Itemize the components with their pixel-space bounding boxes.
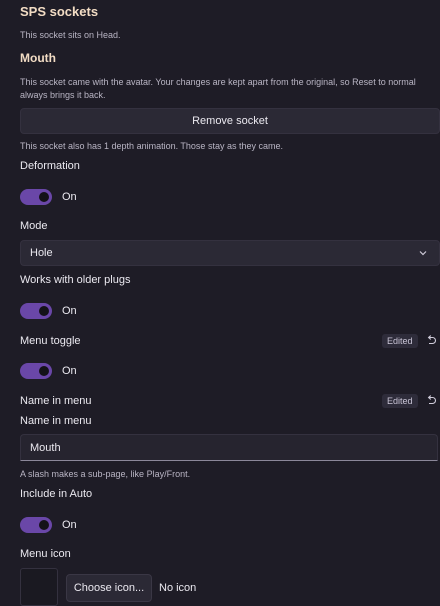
- menu-icon-preview: [20, 568, 58, 606]
- depth-animation-note: This socket also has 1 depth animation. …: [20, 141, 283, 151]
- older-plugs-toggle[interactable]: [20, 303, 52, 319]
- menu-toggle-label: Menu toggle: [20, 335, 81, 347]
- deformation-state: On: [62, 191, 77, 203]
- menu-toggle-state: On: [62, 365, 77, 377]
- socket-location-text: This socket sits on Head.: [20, 30, 121, 40]
- name-in-menu-field-label: Name in menu: [20, 415, 92, 427]
- name-in-menu-input[interactable]: Mouth: [20, 434, 438, 461]
- toggle-knob: [39, 306, 49, 316]
- older-plugs-label: Works with older plugs: [20, 274, 131, 286]
- menu-toggle-toggle-row: On: [20, 363, 77, 379]
- mode-select[interactable]: Hole: [20, 240, 440, 266]
- toggle-knob: [39, 366, 49, 376]
- name-in-menu-hint: A slash makes a sub-page, like Play/Fron…: [20, 469, 191, 479]
- remove-socket-button[interactable]: Remove socket: [20, 108, 440, 134]
- menu-toggle-toggle[interactable]: [20, 363, 52, 379]
- section-title: SPS sockets: [20, 4, 99, 19]
- chevron-down-icon: [419, 251, 427, 256]
- name-in-menu-edited-badge: Edited: [382, 394, 418, 408]
- toggle-knob: [39, 192, 49, 202]
- include-auto-label: Include in Auto: [20, 488, 93, 500]
- older-plugs-toggle-row: On: [20, 303, 77, 319]
- older-plugs-state: On: [62, 305, 77, 317]
- socket-name-heading: Mouth: [20, 51, 56, 65]
- include-auto-toggle-row: On: [20, 517, 77, 533]
- deformation-toggle-row: On: [20, 189, 77, 205]
- menu-toggle-edited-badge: Edited: [382, 334, 418, 348]
- mode-label: Mode: [20, 220, 48, 232]
- name-in-menu-label: Name in menu: [20, 395, 92, 407]
- toggle-knob: [39, 520, 49, 530]
- deformation-label: Deformation: [20, 160, 80, 172]
- socket-note: This socket came with the avatar. Your c…: [20, 77, 416, 100]
- mode-value: Hole: [30, 247, 53, 259]
- deformation-toggle[interactable]: [20, 189, 52, 205]
- include-auto-state: On: [62, 519, 77, 531]
- include-auto-toggle[interactable]: [20, 517, 52, 533]
- choose-icon-button[interactable]: Choose icon...: [66, 574, 152, 602]
- menu-icon-status: No icon: [159, 582, 197, 594]
- name-in-menu-value: Mouth: [30, 441, 61, 454]
- menu-icon-label: Menu icon: [20, 548, 71, 560]
- name-in-menu-reset-icon[interactable]: [425, 394, 437, 406]
- menu-toggle-reset-icon[interactable]: [425, 334, 437, 346]
